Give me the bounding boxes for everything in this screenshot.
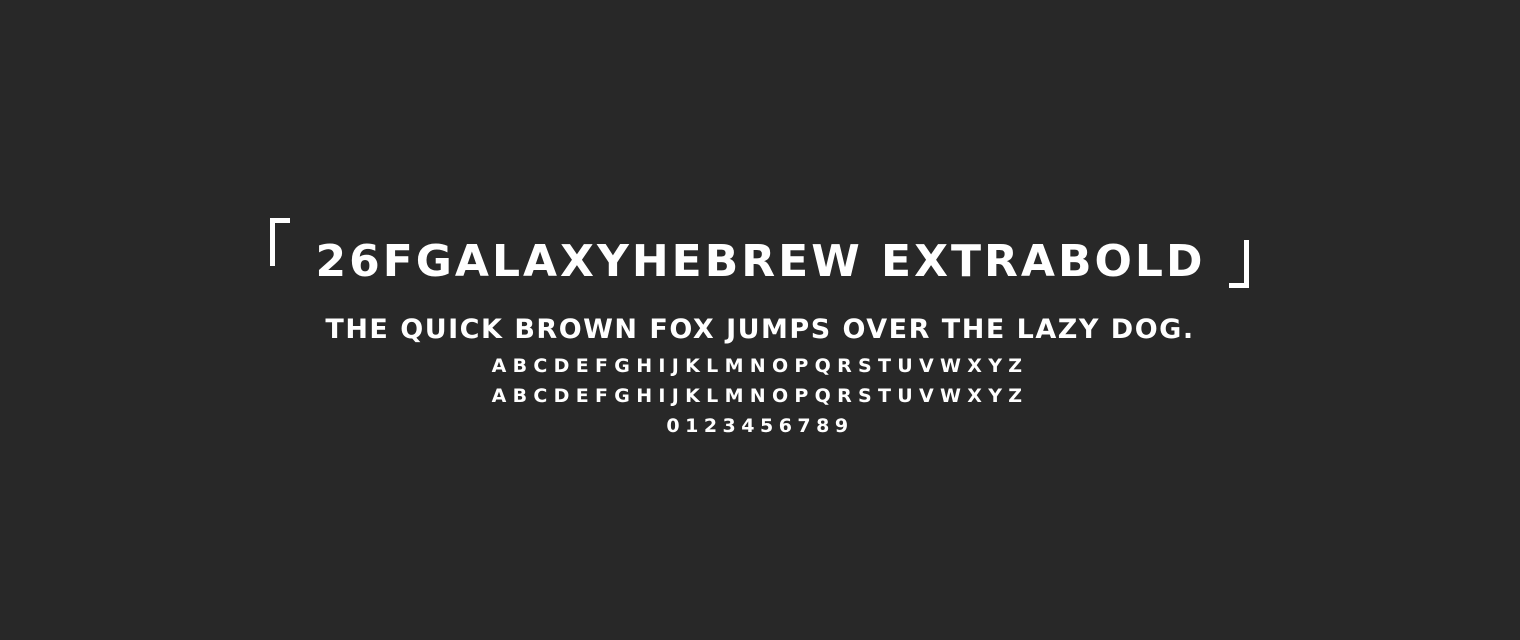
font-specimen-canvas: 26FGALAXYHEBREW EXTRABOLD THE QUICK BROW… [0,0,1520,640]
pangram-sample: THE QUICK BROWN FOX JUMPS OVER THE LAZY … [325,314,1195,345]
uppercase-alphabet: ABCDEFGHIJKLMNOPQRSTUVWXYZ [491,355,1029,377]
title-block: 26FGALAXYHEBREW EXTRABOLD [0,210,1520,290]
digits-row: 0123456789 [666,415,854,437]
right-corner-bracket-icon [1229,240,1249,288]
font-name-title: 26FGALAXYHEBREW EXTRABOLD [315,236,1206,287]
left-corner-bracket-icon [270,218,290,266]
lowercase-alphabet: ABCDEFGHIJKLMNOPQRSTUVWXYZ [491,385,1029,407]
